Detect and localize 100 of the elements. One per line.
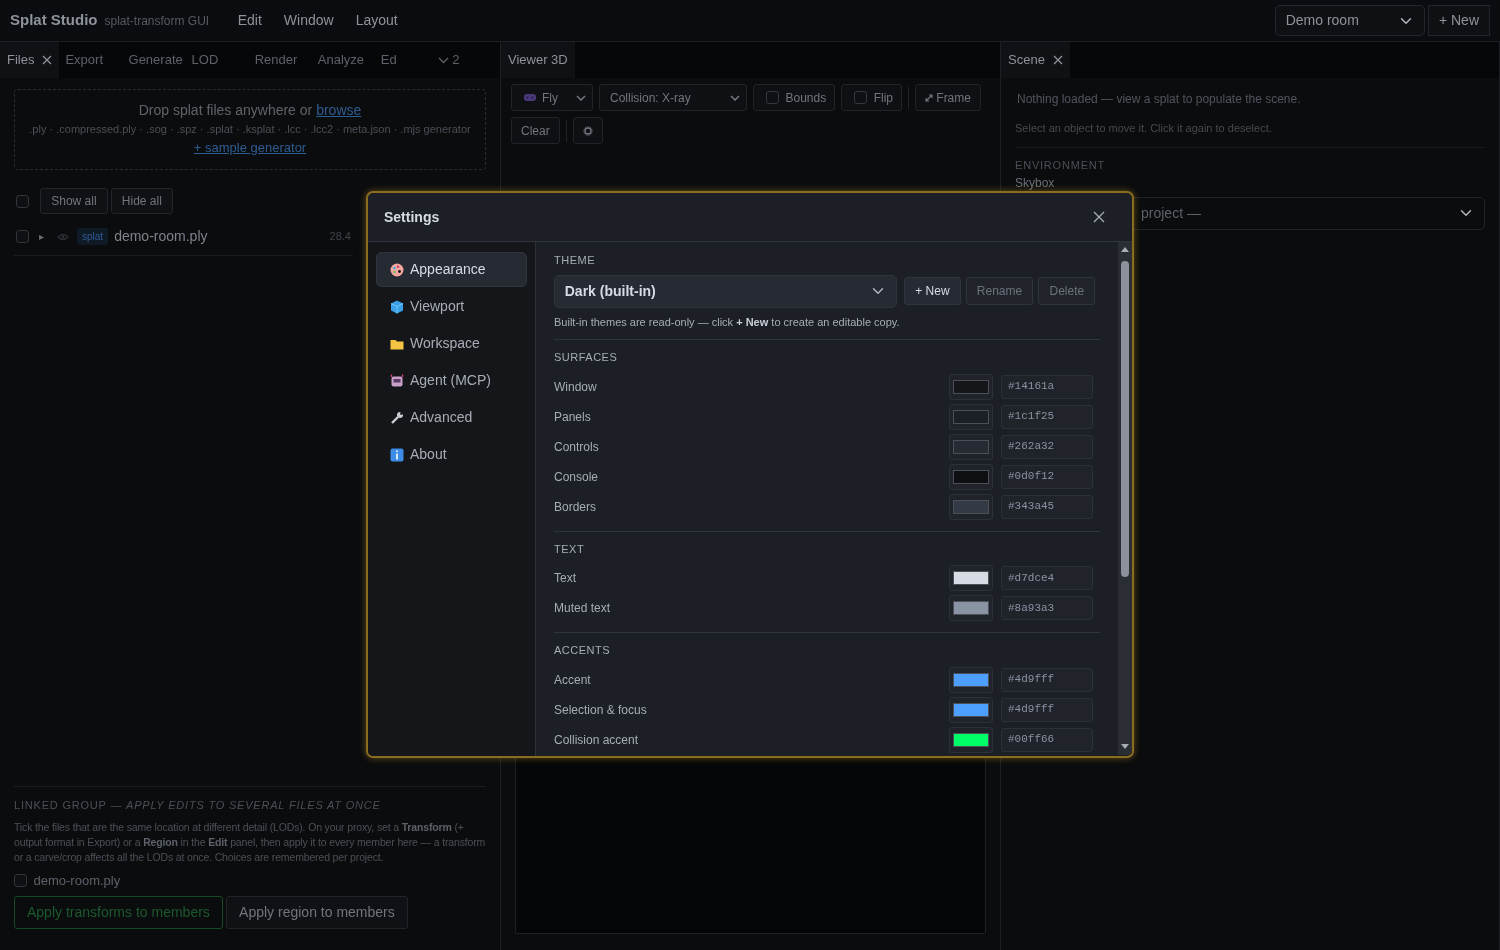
settings-button[interactable] [572,117,603,144]
hex-field[interactable]: #d7dce4 [1001,566,1093,590]
apply-region-button[interactable]: Apply region to members [226,896,408,929]
empty-state-text: Nothing loaded — view a splat to populate the scene. [1016,91,1302,108]
hide-all-button[interactable]: Hide all [110,188,173,214]
toggle-label: Bounds [785,89,827,107]
file-tag: splat [77,228,109,245]
robot-icon [390,373,404,388]
color-swatch[interactable] [949,696,993,723]
color-label: Text [554,570,577,587]
color-swatch[interactable] [949,666,993,693]
show-all-button[interactable]: Show all [40,188,108,214]
member-checkbox[interactable] [14,873,27,887]
hex-field[interactable]: #262a32 [1001,434,1093,459]
file-name[interactable]: demo-room.ply [114,226,208,247]
toggle-checkbox[interactable] [854,91,868,104]
section-heading: LINKED GROUP — APPLY EDITS TO SEVERAL FILES AT ONCE [14,798,382,813]
chevron-down-icon [730,94,740,101]
color-label: Console [554,468,600,486]
color-swatch[interactable] [949,463,993,490]
menu-item[interactable]: Edit [237,10,262,31]
panel-tab[interactable]: LOD [185,42,249,78]
app-subtitle: splat-transform GUI [104,12,210,30]
overflow-count: 2 [452,51,460,70]
file-size: 28.4 [329,229,351,245]
cube-icon [390,299,404,314]
menu-item[interactable]: Window [283,10,334,31]
panel-tab[interactable]: Files [0,42,60,78]
palette-icon [390,262,404,277]
color-label: Accent [554,671,592,689]
color-label: Window [554,378,598,396]
toggle-label: Flip [873,89,894,107]
hex-field[interactable]: #0d0f12 [1001,464,1093,489]
chevron-down-icon [576,94,586,101]
panel-tab[interactable]: Render [248,42,312,78]
settings-nav-item[interactable]: Appearance [376,252,527,287]
formats-text: .ply · .compressed.ply · .sog · .spz · .splat · .ksplat · .lcc · .lcc2 · meta.json · .mjs generator [28,122,472,137]
color-swatch[interactable] [949,403,993,430]
menu-item[interactable]: Layout [355,10,398,31]
color-swatch[interactable] [949,373,993,400]
panel-tab[interactable]: Viewer 3D [501,42,575,78]
color-label: Controls [554,438,600,456]
eye-icon [57,232,69,241]
color-swatch[interactable] [949,493,993,520]
close-icon [1092,211,1105,223]
hex-field[interactable]: #343a45 [1001,494,1093,519]
panel-tab[interactable]: Scene [1001,42,1070,78]
close-icon [1052,55,1063,65]
section-heading: SURFACES [554,350,619,365]
section-heading: THEME [554,253,596,268]
panel-tab[interactable]: Ed [374,42,438,78]
expand-icon [925,93,934,102]
collision-select[interactable]: Collision: X-ray [599,84,747,111]
theme-button[interactable]: + New [904,277,961,305]
theme-select[interactable]: Dark (built-in) [554,274,897,308]
select-all-checkbox[interactable] [16,194,29,208]
hex-field[interactable]: #4d9fff [1001,697,1093,722]
toggle-checkbox[interactable] [766,91,779,104]
gamepad-icon [524,93,536,102]
panel-tab[interactable]: Analyze [311,42,375,78]
settings-nav-item[interactable]: Advanced [376,400,527,435]
color-swatch[interactable] [949,595,993,621]
settings-nav-item[interactable]: About [376,437,527,472]
app-title: Splat Studio [10,10,98,31]
color-swatch[interactable] [949,726,993,753]
sample-generator-link[interactable]: + sample generator [193,139,307,155]
color-swatch[interactable] [949,565,993,591]
color-label: Panels [554,408,592,426]
hex-field[interactable]: #14161a [1001,374,1093,399]
wrench-icon [390,410,404,425]
dropzone-text: Drop splat files anywhere or [138,102,313,118]
hex-field[interactable]: #1c1f25 [1001,404,1093,429]
hex-field[interactable]: #8a93a3 [1001,596,1093,620]
color-swatch[interactable] [949,433,993,460]
panel-tab[interactable]: Export [59,42,123,78]
settings-nav-item[interactable]: Viewport [376,289,527,324]
section-heading: ACCENTS [554,643,612,658]
browse-link[interactable]: browse [316,102,362,118]
panel-tab[interactable]: Generate [122,42,186,78]
section-heading: TEXT [554,541,586,557]
clear-button[interactable]: Clear [511,117,560,144]
dialog-title: Settings [384,207,440,227]
description-text: Tick the files that are the same location at different detail (LODs). On your proxy, set a Transform (+ output format in Export) or a Region in the Edit panel, then apply it to every member here — a transform or a carve/crop affects all the LODs at once. Choices are remembered per project. [14,819,486,865]
settings-icon [582,125,593,136]
mode-select[interactable]: Fly [511,84,593,111]
new-button[interactable]: + New [1427,5,1490,36]
scrollbar[interactable] [1118,242,1132,755]
hint-text: Select an object to move it. Click it again to deselect. [1015,121,1273,136]
color-label: Collision accent [554,731,640,749]
settings-nav-item[interactable]: Agent (MCP) [376,363,527,398]
hex-field[interactable]: #4d9fff [1001,667,1093,692]
file-checkbox[interactable] [16,230,29,243]
color-label: Selection & focus [554,701,648,719]
room-select[interactable]: Demo room [1274,5,1425,36]
expand-caret[interactable]: ▸ [39,229,44,244]
hex-field[interactable]: #00ff66 [1001,727,1093,752]
help-text: Built-in themes are read-only — click + New to create an editable copy. [554,314,901,330]
member-name: demo-room.ply [33,871,121,890]
frame-button[interactable]: Frame [915,84,981,111]
settings-nav-item[interactable]: Workspace [376,326,527,361]
